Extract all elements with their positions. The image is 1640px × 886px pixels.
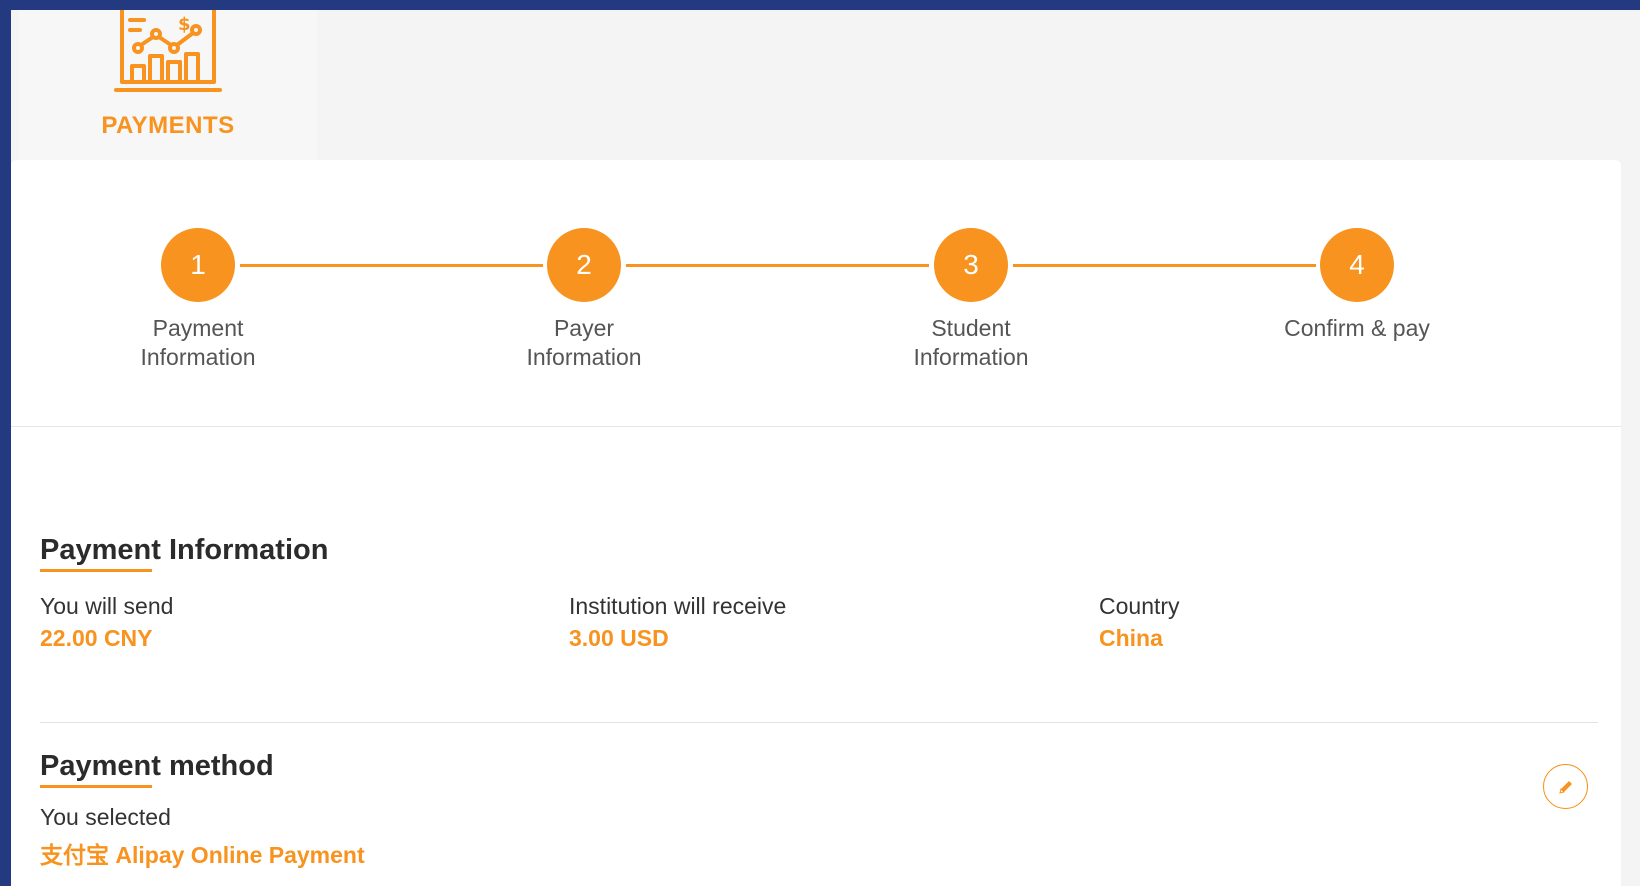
page: $ PAYMENTS 1 Payment Information 2 Payer… [11, 10, 1640, 886]
payments-tab-label: PAYMENTS [101, 112, 235, 139]
progress-stepper: 1 Payment Information 2 Payer Informatio… [11, 160, 1621, 427]
payments-tab[interactable]: $ PAYMENTS [19, 10, 317, 160]
section-divider [40, 722, 1598, 723]
country-label: Country [1099, 593, 1180, 619]
title-underline [40, 569, 152, 572]
step-student-information[interactable]: 3 Student Information [871, 228, 1071, 372]
step-payer-information[interactable]: 2 Payer Information [484, 228, 684, 372]
edit-payment-method-button[interactable] [1543, 764, 1588, 809]
country-value: China [1099, 625, 1163, 651]
send-amount: 22.00 CNY [40, 625, 153, 651]
payment-information-title: Payment Information [40, 534, 329, 566]
step-number: 2 [547, 228, 621, 302]
step-number: 4 [1320, 228, 1394, 302]
payment-card: 1 Payment Information 2 Payer Informatio… [11, 160, 1621, 886]
step-payment-information[interactable]: 1 Payment Information [98, 228, 298, 372]
step-label: Confirm & pay [1284, 315, 1430, 341]
step-label: Payment Information [140, 315, 256, 370]
selected-method-label: You selected [40, 804, 171, 830]
receive-label: Institution will receive [569, 593, 787, 619]
selected-method-value: 支付宝 Alipay Online Payment [40, 842, 365, 868]
title-underline [40, 785, 152, 788]
send-label: You will send [40, 593, 174, 619]
svg-text:$: $ [178, 14, 191, 35]
step-number: 3 [934, 228, 1008, 302]
payment-method-title: Payment method [40, 750, 274, 782]
step-label: Payer Information [526, 315, 642, 370]
step-confirm-pay[interactable]: 4 Confirm & pay [1257, 228, 1457, 343]
step-label: Student Information [913, 315, 1029, 370]
pencil-icon [1558, 780, 1572, 794]
step-number: 1 [161, 228, 235, 302]
payments-chart-icon: $ [114, 10, 222, 92]
receive-amount: 3.00 USD [569, 625, 669, 651]
